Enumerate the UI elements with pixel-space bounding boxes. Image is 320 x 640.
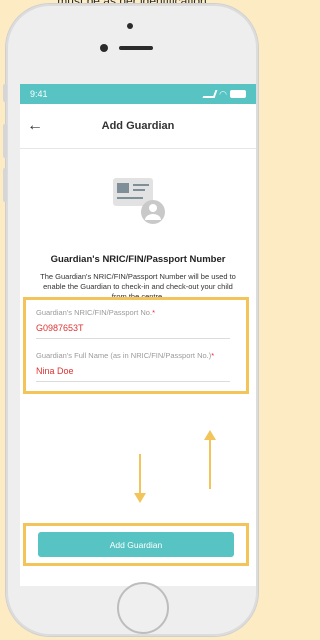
arrow-up-annotation (204, 430, 216, 489)
form-highlight: Guardian's NRIC/FIN/Passport No.* G09876… (23, 297, 249, 394)
id-field-label-text: Guardian's NRIC/FIN/Passport No. (36, 308, 153, 317)
arrow-down-annotation (134, 454, 146, 503)
back-arrow-icon[interactable]: ← (20, 117, 50, 135)
id-field-underline (36, 338, 230, 339)
status-icons: ◠ (202, 88, 246, 99)
required-mark: * (152, 308, 155, 317)
battery-icon (230, 90, 246, 98)
front-camera (100, 44, 108, 52)
required-mark: * (211, 351, 215, 360)
status-bar: 9:41 ◠ (20, 84, 256, 104)
phone-frame: 9:41 ◠ ← Add Guardian Guardian's NRIC/FI… (3, 4, 258, 636)
mute-switch (3, 84, 7, 102)
volume-up-button (3, 124, 7, 158)
wifi-icon: ◠ (219, 88, 227, 99)
full-name-input[interactable]: Nina Doe (36, 366, 74, 376)
id-number-input[interactable]: G0987653T (36, 323, 84, 333)
home-button[interactable] (117, 582, 169, 634)
proximity-sensor (127, 23, 133, 29)
earpiece-speaker (119, 46, 153, 50)
id-card-icon (113, 178, 165, 224)
id-field-label: Guardian's NRIC/FIN/Passport No.* (36, 308, 155, 317)
name-field-label-text: Guardian's Full Name (as in NRIC/FIN/Pas… (36, 351, 212, 360)
signal-icon (202, 90, 218, 98)
name-field-label: Guardian's Full Name (as in NRIC/FIN/Pas… (36, 351, 214, 360)
section-heading: Guardian's NRIC/FIN/Passport Number (50, 254, 226, 265)
button-highlight: Add Guardian (23, 523, 249, 566)
app-screen: 9:41 ◠ ← Add Guardian Guardian's NRIC/FI… (20, 84, 256, 586)
navigation-bar: ← Add Guardian (20, 104, 256, 149)
add-guardian-button[interactable]: Add Guardian (38, 532, 234, 557)
name-field-underline (36, 381, 230, 382)
volume-down-button (3, 168, 7, 202)
page-title: Add Guardian (101, 120, 175, 132)
status-time: 9:41 (30, 89, 48, 99)
